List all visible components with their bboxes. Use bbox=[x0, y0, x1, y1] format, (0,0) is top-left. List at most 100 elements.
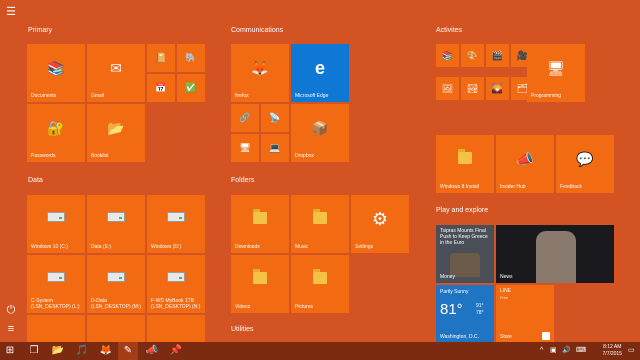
tile-programming[interactable]: 🖥 Programming bbox=[527, 44, 585, 102]
evernote-icon: 🐘 bbox=[185, 52, 197, 63]
news-photo bbox=[536, 231, 576, 283]
group-title-primary[interactable]: Primary bbox=[28, 27, 52, 34]
hamburger-icon[interactable]: ☰ bbox=[4, 5, 18, 19]
checklist-icon: ✅ bbox=[185, 82, 197, 93]
network-drive-icon bbox=[107, 272, 125, 283]
tile-small-15[interactable]: 🌄 bbox=[486, 77, 509, 100]
gallery-icon: 🌄 bbox=[491, 83, 504, 93]
volume-tray-icon[interactable]: 🔊 bbox=[562, 342, 571, 360]
mail-icon: ✉ bbox=[110, 60, 122, 77]
tile-small-8[interactable]: 💻 bbox=[261, 134, 289, 162]
tile-firefox[interactable]: 🦊 firefox bbox=[231, 44, 289, 102]
tile-small-9[interactable]: 📚 bbox=[436, 44, 459, 67]
film-icon: 🎬 bbox=[491, 50, 504, 60]
tile-windows-d[interactable]: Windows (D:) bbox=[147, 195, 205, 253]
keyboard-tray-icon[interactable]: ⌨ bbox=[576, 342, 586, 360]
tile-gmail[interactable]: ✉ Gmail bbox=[87, 44, 145, 102]
app-taskbar-icon[interactable]: ✎ bbox=[118, 342, 138, 360]
tile-small-1[interactable]: 📔 bbox=[147, 44, 175, 72]
library-icon: 📚 bbox=[441, 50, 454, 60]
drive-icon bbox=[167, 212, 185, 223]
start-button[interactable]: ⊞ bbox=[0, 342, 20, 360]
tile-data-partial-3[interactable] bbox=[147, 315, 205, 342]
notification-icon[interactable]: ▭ bbox=[628, 342, 635, 360]
tile-small-3[interactable]: 📅 bbox=[147, 74, 175, 102]
drive-icon bbox=[47, 212, 65, 223]
computer-icon: 💻 bbox=[269, 142, 281, 153]
lock-folder-icon: 🔐 bbox=[47, 120, 65, 137]
tile-dropbox[interactable]: 📦 Dropbox bbox=[291, 104, 349, 162]
tile-downloads[interactable]: Downloads bbox=[231, 195, 289, 253]
tile-small-7[interactable]: 🖥 bbox=[231, 134, 259, 162]
tile-passwords[interactable]: 🔐 Passwords bbox=[27, 104, 85, 162]
tile-data-partial-1[interactable] bbox=[27, 315, 85, 342]
tile-music[interactable]: Music bbox=[291, 195, 349, 253]
tile-money[interactable]: Tsipras Mounts Final Push to Keep Greece… bbox=[436, 225, 494, 283]
tile-small-6[interactable]: 📡 bbox=[261, 104, 289, 132]
tile-documents[interactable]: 📚 Documents bbox=[27, 44, 85, 102]
task-view-icon[interactable]: ❐ bbox=[24, 342, 44, 360]
code-icon: 🖥 bbox=[547, 60, 565, 77]
network-drive-icon bbox=[47, 272, 65, 283]
tile-small-14[interactable]: 🏞 bbox=[461, 77, 484, 100]
tile-windows10-c[interactable]: Windows 10 (C:) bbox=[27, 195, 85, 253]
calendar-icon: 📅 bbox=[155, 82, 167, 93]
power-icon[interactable]: ⏻ bbox=[4, 303, 18, 317]
ftp-icon: 📡 bbox=[269, 112, 281, 123]
tile-small-13[interactable]: 🖼 bbox=[436, 77, 459, 100]
tile-booklist[interactable]: 📂 Booklist bbox=[87, 104, 145, 162]
tile-small-11[interactable]: 🎬 bbox=[486, 44, 509, 67]
tile-data-partial-2[interactable] bbox=[87, 315, 145, 342]
tile-small-5[interactable]: 🔗 bbox=[231, 104, 259, 132]
insider-taskbar-icon[interactable]: 📣 bbox=[142, 342, 162, 360]
tile-weather[interactable]: Partly Sunny 81° 91° 78° Washington, D.C. bbox=[436, 285, 494, 343]
media-icon[interactable]: 🎵 bbox=[72, 342, 92, 360]
notebook-icon: 📔 bbox=[155, 52, 167, 63]
folder-icon bbox=[253, 209, 267, 225]
group-title-data[interactable]: Data bbox=[28, 177, 43, 184]
tile-feedback[interactable]: 💬 Feedback bbox=[556, 135, 614, 193]
store-icon bbox=[542, 332, 550, 340]
group-title-communications[interactable]: Communications bbox=[231, 27, 283, 34]
tile-pictures[interactable]: Pictures bbox=[291, 255, 349, 313]
tile-windows8-install[interactable]: Windows 8 Install bbox=[436, 135, 494, 193]
start-rail: ☰ ⏻ ≡ bbox=[0, 0, 22, 342]
tray-chevron-icon[interactable]: ^ bbox=[540, 342, 543, 360]
network-tray-icon[interactable]: ▣ bbox=[550, 342, 557, 360]
drive-icon bbox=[107, 212, 125, 223]
tile-data-e[interactable]: Data (E:) bbox=[87, 195, 145, 253]
edge-icon: e bbox=[314, 58, 326, 79]
tile-insider-hub[interactable]: 📣 Insider Hub bbox=[496, 135, 554, 193]
book-folder-icon: 📂 bbox=[107, 120, 125, 137]
firefox-icon: 🦊 bbox=[251, 60, 269, 77]
taskbar: ⊞ ❐ 📂 🎵 🦊 ✎ 📣 📌 ^ ▣ 🔊 ⌨ 8:12 AM 7/7/2015… bbox=[0, 342, 640, 360]
tile-settings[interactable]: ⚙ Settings bbox=[351, 195, 409, 253]
tile-store[interactable]: LINE Free Store bbox=[496, 285, 554, 343]
tile-d-data[interactable]: D-Data (LSN_DESKTOP) (M:) bbox=[87, 255, 145, 313]
books-icon: 📚 bbox=[47, 60, 65, 77]
pin-taskbar-icon[interactable]: 📌 bbox=[166, 342, 186, 360]
folder-icon bbox=[313, 209, 327, 225]
tile-small-10[interactable]: 🎨 bbox=[461, 44, 484, 67]
tile-small-4[interactable]: ✅ bbox=[177, 74, 205, 102]
firefox-taskbar-icon[interactable]: 🦊 bbox=[96, 342, 116, 360]
clock[interactable]: 8:12 AM 7/7/2015 bbox=[603, 344, 622, 358]
group-title-activities[interactable]: Activites bbox=[436, 27, 462, 34]
feedback-icon: 💬 bbox=[576, 151, 594, 168]
group-title-play[interactable]: Play and explore bbox=[436, 207, 488, 214]
explorer-icon[interactable]: 📂 bbox=[48, 342, 68, 360]
tile-small-2[interactable]: 🐘 bbox=[177, 44, 205, 72]
megaphone-icon: 📣 bbox=[516, 151, 534, 168]
tile-microsoft-edge[interactable]: e Microsoft Edge bbox=[291, 44, 349, 102]
folder-icon bbox=[458, 149, 472, 165]
tile-videos[interactable]: Videos bbox=[231, 255, 289, 313]
remote-desktop-icon: 🖥 bbox=[239, 142, 251, 153]
tile-c-system[interactable]: C-System (LSN_DESKTOP) (L:) bbox=[27, 255, 85, 313]
photo-icon: 🖼 bbox=[441, 83, 454, 93]
tile-f-wd-mybook[interactable]: F-WD MyBook 1TB (LSN_DESKTOP) (N:) bbox=[147, 255, 205, 313]
group-title-folders[interactable]: Folders bbox=[231, 177, 254, 184]
all-apps-icon[interactable]: ≡ bbox=[4, 322, 18, 336]
tile-news[interactable]: News bbox=[496, 225, 614, 283]
gear-icon: ⚙ bbox=[371, 209, 389, 230]
group-title-utilities[interactable]: Utilities bbox=[231, 326, 254, 333]
